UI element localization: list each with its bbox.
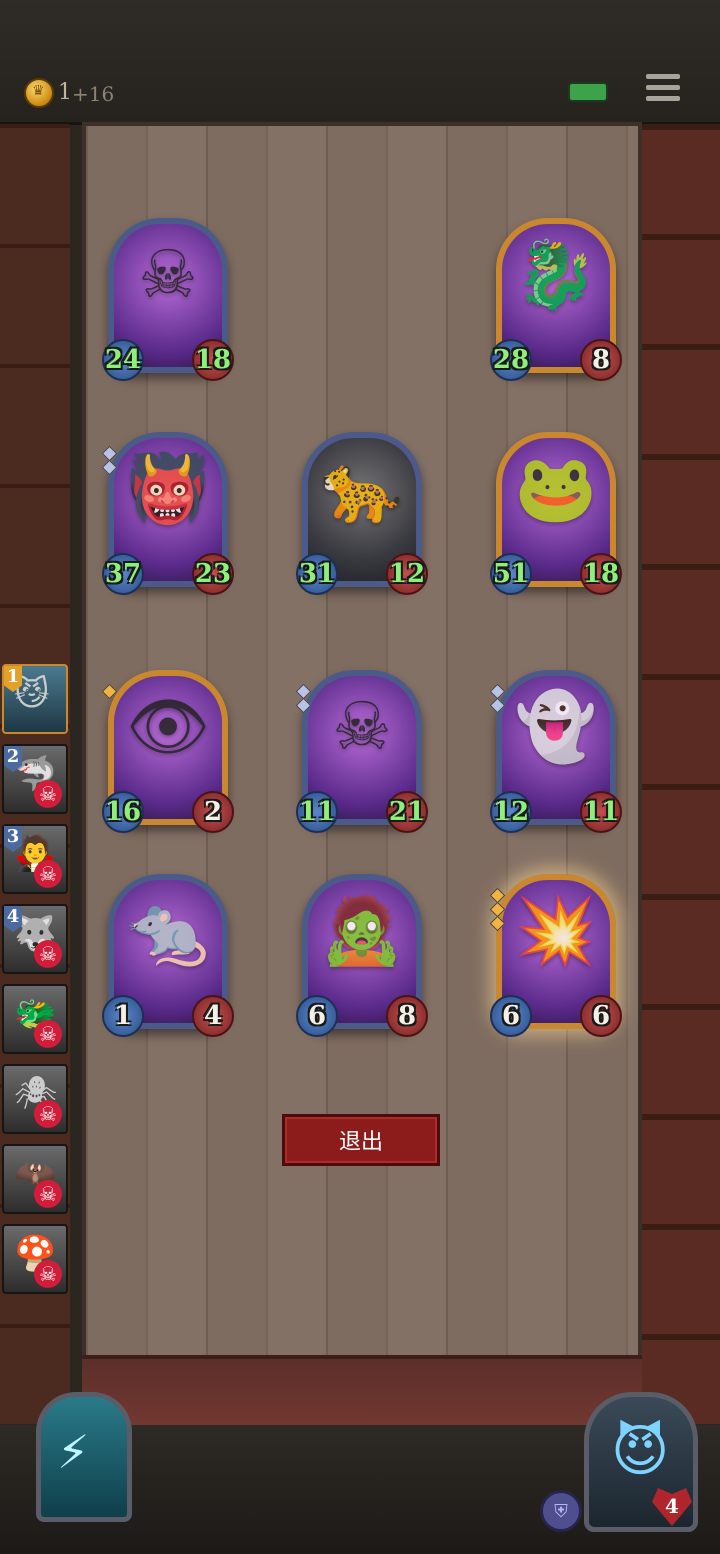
attack-stat: 11	[296, 791, 338, 833]
attack-stat: 51	[490, 553, 532, 595]
health-stat: 18	[580, 553, 622, 595]
minion-card-scarecrow[interactable]: 🧟 6 8	[296, 874, 428, 1037]
shield-icon: ⛨	[540, 1490, 582, 1532]
opponent-portrait[interactable]: 🧛 3 ☠	[2, 824, 68, 894]
opponent-portrait[interactable]: 🐺 4 ☠	[2, 904, 68, 974]
menu-icon[interactable]	[646, 74, 680, 106]
minion-card-ghoul-child[interactable]: 👁 16 2	[101, 670, 234, 833]
minion-card-green-frog-dragon[interactable]: 🐸 51 18	[490, 432, 622, 595]
attack-stat: 12	[490, 791, 532, 833]
battery-icon	[568, 82, 608, 102]
tier-gems	[295, 683, 312, 714]
eliminated-skull-icon: ☠	[34, 780, 62, 808]
health-stat: 21	[386, 791, 428, 833]
eliminated-skull-icon: ☠	[34, 1260, 62, 1288]
minion-card-ghost-ogre[interactable]: 👻 12 11	[489, 670, 622, 833]
minion-card-cannon[interactable]: 💥 6 6	[489, 874, 622, 1037]
attack-stat: 16	[102, 791, 144, 833]
eliminated-skull-icon: ☠	[34, 860, 62, 888]
black-panther-icon: 🐆	[320, 450, 404, 527]
exit-button[interactable]: 退出	[282, 1114, 440, 1166]
right-bookshelf	[640, 124, 720, 1424]
health-stat: 4	[192, 995, 234, 1037]
hero-face-icon: 😈	[611, 1419, 670, 1484]
rat-icon: 🐀	[126, 892, 210, 969]
health-stat: 8	[580, 339, 622, 381]
tier-gems	[489, 683, 506, 714]
minion-card-lich[interactable]: ☠ 24 18	[102, 218, 234, 381]
purple-dragon-icon: 🐉	[514, 236, 598, 313]
opponent-portrait[interactable]: 🐲 ☠	[2, 984, 68, 1054]
minion-card-purple-dragon[interactable]: 🐉 28 8	[490, 218, 622, 381]
attack-stat: 1	[102, 995, 144, 1037]
tier-gems	[101, 683, 118, 700]
lightning-icon: ⚡	[57, 1425, 90, 1479]
opponent-portrait[interactable]: 🦈 2 ☠	[2, 744, 68, 814]
minion-card-reaper[interactable]: ☠ 11 21	[295, 670, 428, 833]
health-stat: 23	[192, 553, 234, 595]
opponent-portrait[interactable]: 🍄 ☠	[2, 1224, 68, 1294]
attack-stat: 37	[102, 553, 144, 595]
ghost-ogre-icon: 👻	[514, 688, 598, 765]
fire-demon-icon: 👹	[126, 450, 210, 527]
minion-card-rat-thug[interactable]: 🐀 1 4	[102, 874, 234, 1037]
ghoul-icon: 👁	[126, 688, 210, 765]
attack-stat: 31	[296, 553, 338, 595]
tier-gems	[489, 887, 506, 932]
skull-necromancer-icon: ☠	[138, 236, 198, 313]
frog-dragon-icon: 🐸	[514, 450, 598, 527]
attack-stat: 6	[490, 995, 532, 1037]
health-stat: 12	[386, 553, 428, 595]
health-stat: 2	[192, 791, 234, 833]
opponent-list: 😼 1 🦈 2 ☠ 🧛 3 ☠ 🐺 4 ☠ 🐲 ☠ 🕷 ☠ 🦇 ☠ 🍄 ☠	[2, 664, 70, 1304]
reaper-icon: ☠	[332, 688, 392, 765]
minion-card-black-panther[interactable]: 🐆 31 12	[296, 432, 428, 595]
attack-stat: 6	[296, 995, 338, 1037]
crown-coin-icon	[24, 78, 54, 108]
opponent-portrait[interactable]: 🕷 ☠	[2, 1064, 68, 1134]
eliminated-skull-icon: ☠	[34, 1180, 62, 1208]
gold-count: 1	[58, 80, 72, 105]
health-stat: 6	[580, 995, 622, 1037]
attack-stat: 28	[490, 339, 532, 381]
health-stat: 8	[386, 995, 428, 1037]
health-stat: 11	[580, 791, 622, 833]
eliminated-skull-icon: ☠	[34, 940, 62, 968]
eliminated-skull-icon: ☠	[34, 1100, 62, 1128]
eliminated-skull-icon: ☠	[34, 1020, 62, 1048]
opponent-portrait[interactable]: 🦇 ☠	[2, 1144, 68, 1214]
opponent-portrait[interactable]: 😼 1	[2, 664, 68, 734]
cannon-icon: 💥	[514, 892, 598, 969]
health-stat: 18	[192, 339, 234, 381]
minion-card-fire-demon[interactable]: 👹 37 23	[101, 432, 234, 595]
hero-power[interactable]: ⚡	[36, 1392, 132, 1522]
top-bar: 1 +16	[0, 0, 720, 125]
tier-gems	[101, 445, 118, 476]
scarecrow-icon: 🧟	[320, 892, 404, 969]
gold-income: +16	[72, 82, 115, 106]
attack-stat: 24	[102, 339, 144, 381]
